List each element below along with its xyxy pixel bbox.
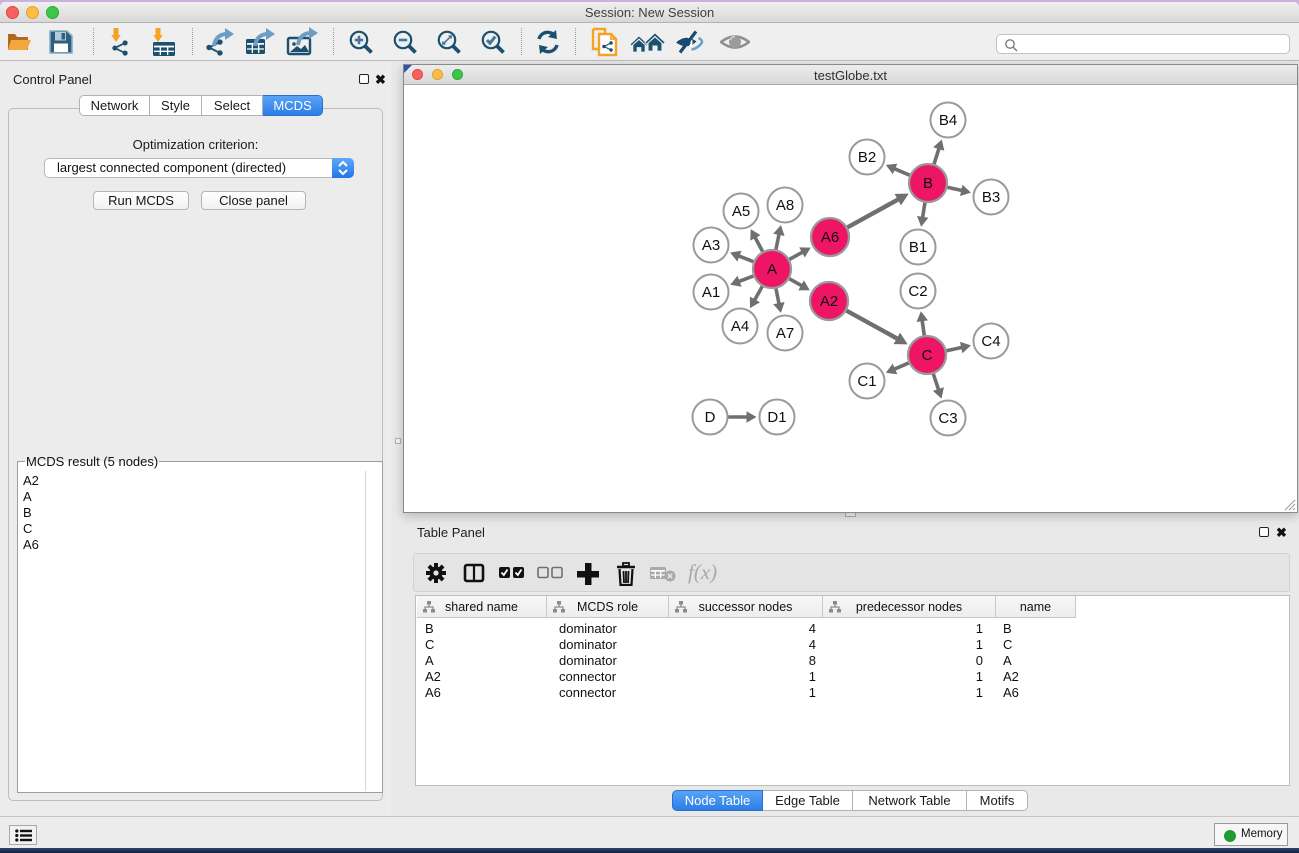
svg-text:C: C bbox=[922, 347, 933, 364]
svg-text:D1: D1 bbox=[767, 409, 786, 426]
svg-text:D: D bbox=[705, 409, 716, 426]
svg-text:A8: A8 bbox=[776, 197, 794, 214]
svg-text:B: B bbox=[923, 175, 933, 192]
svg-text:B1: B1 bbox=[909, 239, 927, 256]
svg-text:A6: A6 bbox=[821, 229, 839, 246]
svg-text:B3: B3 bbox=[982, 189, 1000, 206]
svg-text:A4: A4 bbox=[731, 318, 749, 335]
svg-text:A7: A7 bbox=[776, 325, 794, 342]
svg-text:A: A bbox=[767, 261, 777, 278]
svg-text:A5: A5 bbox=[732, 203, 750, 220]
svg-text:A3: A3 bbox=[702, 237, 720, 254]
svg-text:A2: A2 bbox=[820, 293, 838, 310]
svg-text:A1: A1 bbox=[702, 284, 720, 301]
svg-text:C2: C2 bbox=[908, 283, 927, 300]
svg-text:C1: C1 bbox=[857, 373, 876, 390]
svg-text:B2: B2 bbox=[858, 149, 876, 166]
svg-text:C4: C4 bbox=[981, 333, 1000, 350]
svg-text:C3: C3 bbox=[938, 410, 957, 427]
svg-text:B4: B4 bbox=[939, 112, 957, 129]
